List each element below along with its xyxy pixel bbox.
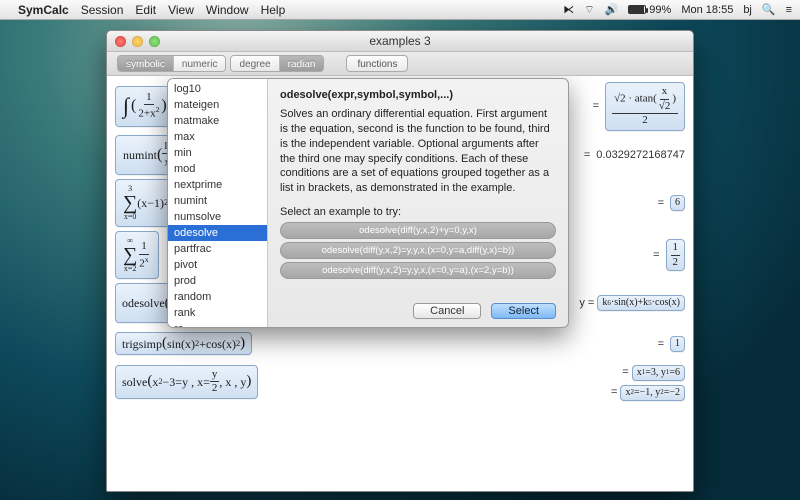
list-item[interactable]: mod: [168, 161, 267, 177]
list-item[interactable]: nextprime: [168, 177, 267, 193]
window-minimize-button[interactable]: [132, 36, 143, 47]
window-toolbar: symbolic numeric degree radian functions: [107, 52, 693, 76]
document-body[interactable]: ∫ ( 12+x2 ) dx = √2 · atan(x√2) 2: [107, 76, 693, 491]
mode-symbolic[interactable]: symbolic: [118, 56, 174, 71]
mode-segment[interactable]: symbolic numeric: [117, 55, 226, 72]
expr-row: trigsimp(sin(x)2+cos(x)2) = 1: [115, 327, 685, 361]
functions-popover: log10 mateigen matmake max min mod nextp…: [167, 78, 569, 328]
wifi-icon[interactable]: ⌔: [584, 3, 594, 17]
list-item[interactable]: pivot: [168, 257, 267, 273]
list-item[interactable]: min: [168, 145, 267, 161]
expr-input[interactable]: trigsimp(sin(x)2+cos(x)2): [115, 332, 252, 355]
result[interactable]: x1=3, y1=6: [632, 365, 685, 381]
list-item[interactable]: numsolve: [168, 209, 267, 225]
list-item[interactable]: max: [168, 129, 267, 145]
function-signature: odesolve(expr,symbol,symbol,...): [280, 89, 556, 101]
angle-degree[interactable]: degree: [231, 56, 279, 71]
functions-button[interactable]: functions: [346, 55, 408, 72]
list-item[interactable]: rank: [168, 305, 267, 321]
cancel-button[interactable]: Cancel: [413, 303, 481, 319]
list-item[interactable]: random: [168, 289, 267, 305]
menu-session[interactable]: Session: [81, 3, 124, 17]
window-title: examples 3: [107, 34, 693, 48]
list-item[interactable]: prod: [168, 273, 267, 289]
bluetooth-icon[interactable]: ⧔: [563, 3, 574, 16]
user-menu[interactable]: bj: [743, 4, 752, 16]
list-item[interactable]: mateigen: [168, 97, 267, 113]
angle-radian[interactable]: radian: [280, 56, 324, 71]
window-titlebar[interactable]: examples 3: [107, 31, 693, 52]
menu-edit[interactable]: Edit: [135, 3, 156, 17]
menu-window[interactable]: Window: [206, 3, 249, 17]
result[interactable]: 12: [666, 239, 686, 271]
list-item[interactable]: re: [168, 321, 267, 327]
example-button[interactable]: odesolve(diff(y,x,2)+y=0,y,x): [280, 222, 556, 239]
function-list[interactable]: log10 mateigen matmake max min mod nextp…: [168, 79, 268, 327]
app-menu[interactable]: SymCalc: [18, 3, 69, 17]
spotlight-icon[interactable]: 🔍: [762, 3, 776, 16]
window-close-button[interactable]: [115, 36, 126, 47]
example-label: Select an example to try:: [280, 206, 556, 218]
result[interactable]: √2 · atan(x√2) 2: [605, 82, 685, 131]
list-item-selected[interactable]: odesolve: [168, 225, 267, 241]
menu-extras-icon[interactable]: ≡: [786, 4, 792, 16]
expr-input[interactable]: ∞∑x=2 12x: [115, 231, 159, 279]
select-button[interactable]: Select: [491, 303, 556, 319]
result[interactable]: x2=−1, y2=−2: [620, 385, 685, 401]
list-item[interactable]: partfrac: [168, 241, 267, 257]
function-description: Solves an ordinary differential equation…: [280, 107, 556, 196]
list-item[interactable]: matmake: [168, 113, 267, 129]
menu-help[interactable]: Help: [261, 3, 286, 17]
clock[interactable]: Mon 18:55: [681, 4, 733, 16]
menu-view[interactable]: View: [168, 3, 194, 17]
expr-input[interactable]: solve(x2−3=y , x=y2 , x , y): [115, 365, 258, 399]
mac-menubar: SymCalc Session Edit View Window Help ⧔ …: [0, 0, 800, 20]
list-item[interactable]: log10: [168, 81, 267, 97]
expr-row: solve(x2−3=y , x=y2 , x , y) =x1=3, y1=6…: [115, 365, 685, 401]
battery-indicator[interactable]: 99%: [628, 4, 671, 16]
document-window: examples 3 symbolic numeric degree radia…: [106, 30, 694, 492]
example-button[interactable]: odesolve(diff(y,x,2)=y,y,x,(x=0,y=a,diff…: [280, 242, 556, 259]
volume-icon[interactable]: 🔊: [605, 3, 619, 16]
angle-segment[interactable]: degree radian: [230, 55, 324, 72]
result[interactable]: k6·sin(x)+k5·cos(x): [597, 295, 685, 311]
window-zoom-button[interactable]: [149, 36, 160, 47]
result[interactable]: 1: [670, 336, 685, 352]
result[interactable]: 6: [670, 195, 685, 211]
result: 0.0329272168747: [596, 149, 685, 161]
list-item[interactable]: numint: [168, 193, 267, 209]
mode-numeric[interactable]: numeric: [174, 56, 226, 71]
example-button[interactable]: odesolve(diff(y,x,2)=y,y,x,(x=0,y=a),(x=…: [280, 262, 556, 279]
result-prefix: y =: [579, 297, 594, 309]
